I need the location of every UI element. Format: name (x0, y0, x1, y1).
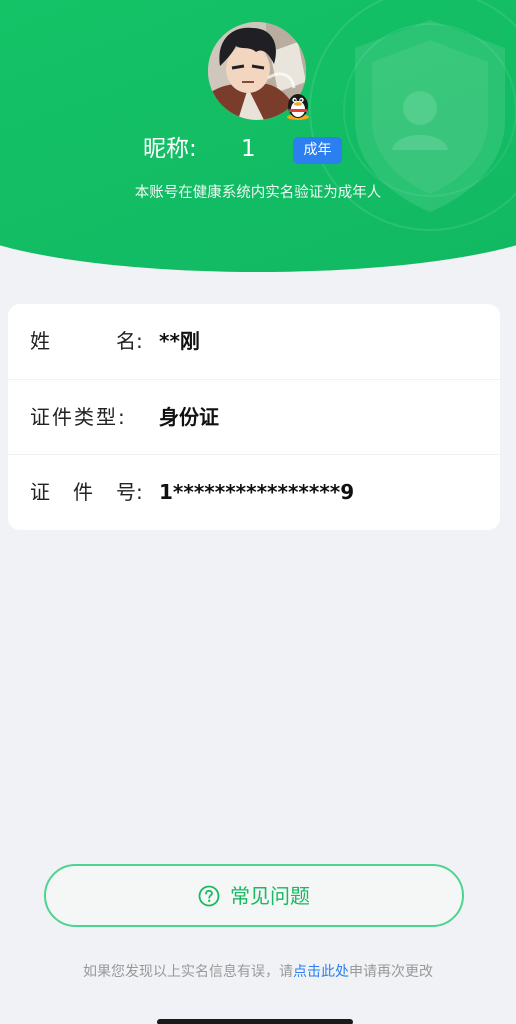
label-char: 名: (116, 329, 143, 353)
info-row-id-type: 证件类型: 身份证 (8, 379, 500, 455)
qq-penguin-icon (287, 94, 309, 120)
label-text: 证件类型: (30, 405, 127, 429)
home-indicator[interactable] (157, 1019, 353, 1024)
info-label-id-type: 证件类型: (30, 402, 150, 432)
real-name-info-page: 昵称: 1 成年 本账号在健康系统内实名验证为成年人 姓 名: **刚 证件类型… (0, 0, 516, 1024)
nickname-value: 1 (241, 136, 256, 162)
info-label-id-number: 证 件 号: (30, 477, 150, 507)
identity-info-card: 姓 名: **刚 证件类型: 身份证 证 件 号: 1*************… (8, 304, 500, 530)
nickname-row: 昵称: 1 成年 (0, 133, 516, 167)
adult-status-badge: 成年 (293, 137, 342, 164)
label-char: 号: (116, 480, 143, 504)
info-value-id-type: 身份证 (159, 405, 219, 429)
label-char: 件 (73, 480, 93, 504)
correction-note: 如果您发现以上实名信息有误，请点击此处申请再次更改 (0, 962, 516, 982)
correction-link[interactable]: 点击此处 (293, 964, 349, 980)
info-row-name: 姓 名: **刚 (8, 304, 500, 379)
label-char: 证 (30, 480, 50, 504)
faq-button-label: 常见问题 (230, 883, 310, 908)
label-char: 姓 (30, 329, 50, 353)
info-label-name: 姓 名: (30, 326, 150, 356)
info-value-id-number: 1****************9 (159, 480, 355, 504)
faq-button[interactable]: 常见问题 (44, 864, 464, 927)
correction-note-prefix: 如果您发现以上实名信息有误，请 (83, 964, 293, 980)
info-value-name: **刚 (159, 329, 200, 353)
nickname-label: 昵称: (143, 136, 197, 162)
question-circle-icon (198, 885, 220, 906)
verification-note: 本账号在健康系统内实名验证为成年人 (134, 185, 382, 201)
info-row-id-number: 证 件 号: 1****************9 (8, 454, 500, 530)
correction-note-suffix: 申请再次更改 (349, 964, 433, 980)
